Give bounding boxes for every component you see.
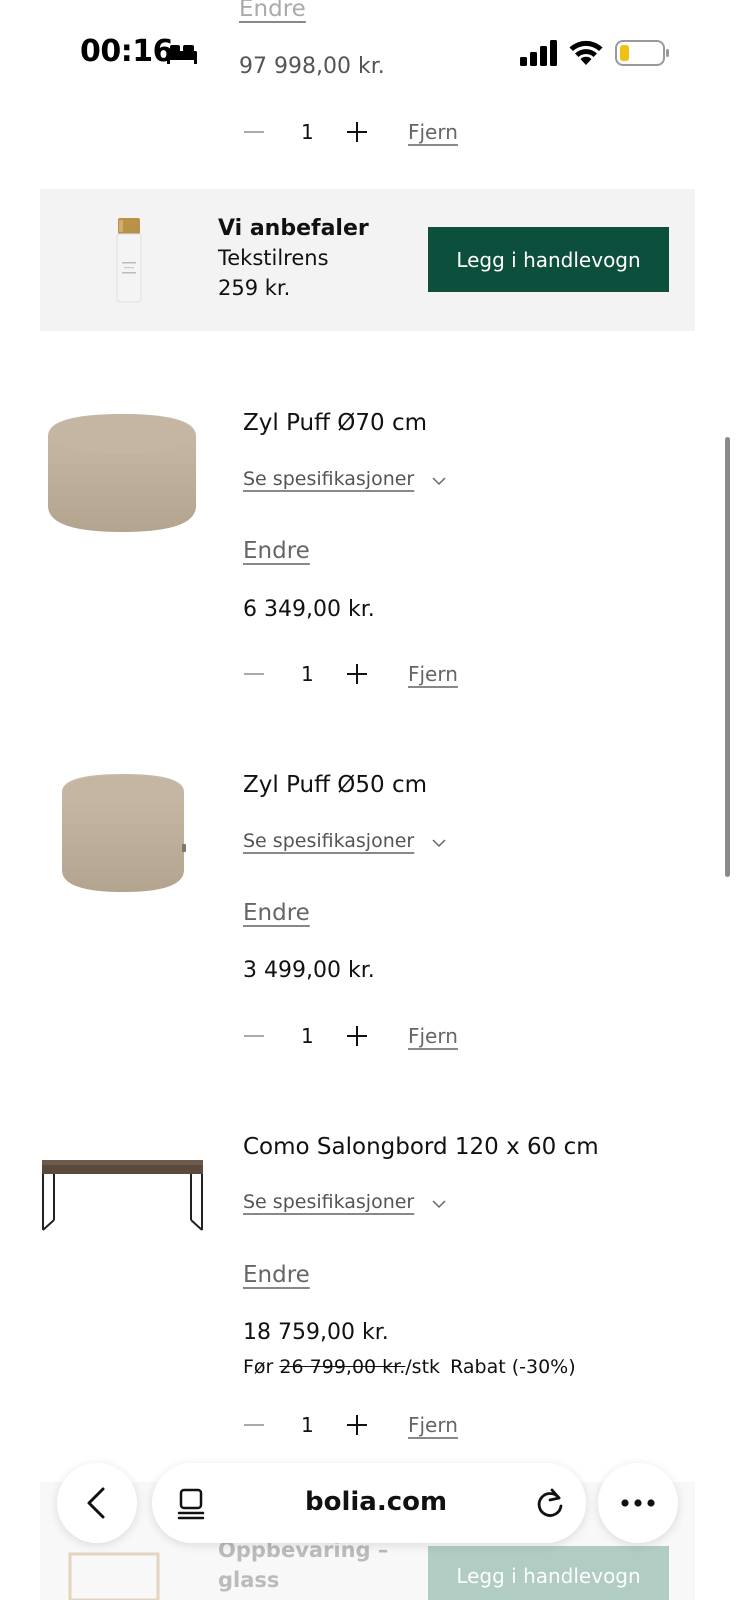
remove-link[interactable]: Fjern <box>408 1024 458 1048</box>
more-icon <box>621 1499 655 1507</box>
discount-label: Rabat (-30%) <box>450 1356 576 1378</box>
decrease-quantity-button[interactable] <box>244 1035 264 1037</box>
battery-icon <box>615 40 669 66</box>
tabs-icon[interactable] <box>176 1488 206 1520</box>
chevron-down-icon[interactable] <box>432 476 446 486</box>
add-to-cart-button-2[interactable]: Legg i handlevogn <box>428 1546 669 1600</box>
more-button[interactable] <box>598 1463 678 1543</box>
recommendation-product: Tekstilrens <box>218 246 329 270</box>
remove-link[interactable]: Fjern <box>408 662 458 686</box>
add-to-cart-button[interactable]: Legg i handlevogn <box>428 227 669 292</box>
recommendation-price: 259 kr. <box>218 276 291 300</box>
decrease-quantity-button[interactable] <box>244 1424 264 1426</box>
url-text[interactable]: bolia.com <box>305 1487 447 1517</box>
top-item-price: 97 998,00 kr. <box>239 54 385 79</box>
product-name[interactable]: Como Salongbord 120 x 60 cm <box>243 1134 599 1160</box>
recommendation-heading: Vi anbefaler <box>218 216 369 241</box>
quantity-value: 1 <box>301 662 314 686</box>
textile-cleaner-image <box>116 218 142 303</box>
cellular-signal-icon <box>520 40 557 66</box>
back-icon <box>87 1487 105 1519</box>
specifications-link[interactable]: Se spesifikasjoner <box>243 1191 414 1213</box>
endre-link-top[interactable]: Endre <box>239 0 306 22</box>
coffee-table-image <box>42 1160 203 1231</box>
previous-price-line: Før 26 799,00 kr./stk Rabat (-30%) <box>243 1356 576 1378</box>
chevron-down-icon[interactable] <box>432 1199 446 1209</box>
chevron-down-icon[interactable] <box>432 838 446 848</box>
decrease-quantity-button[interactable] <box>244 131 264 133</box>
storage-glass-image <box>68 1552 160 1600</box>
status-time: 00:16 <box>80 34 174 69</box>
plus-icon[interactable] <box>345 120 369 144</box>
product-name[interactable]: Zyl Puff Ø70 cm <box>243 410 427 436</box>
endre-link[interactable]: Endre <box>243 538 310 564</box>
specifications-link[interactable]: Se spesifikasjoner <box>243 468 414 490</box>
old-price: 26 799,00 kr. <box>279 1356 406 1378</box>
decrease-quantity-button[interactable] <box>244 673 264 675</box>
per-unit: /stk <box>405 1356 441 1378</box>
specifications-link[interactable]: Se spesifikasjoner <box>243 830 414 852</box>
pouf-large-image <box>48 414 196 532</box>
plus-icon[interactable] <box>345 662 369 686</box>
item-price: 6 349,00 kr. <box>243 597 375 622</box>
pouf-small-image <box>62 774 186 892</box>
back-button[interactable] <box>57 1463 137 1543</box>
recommendation-2-product: Oppbevaring – glass <box>218 1538 389 1592</box>
remove-link[interactable]: Fjern <box>408 120 458 144</box>
plus-icon[interactable] <box>345 1024 369 1048</box>
quantity-value: 1 <box>301 1024 314 1048</box>
scrollbar[interactable] <box>725 437 730 877</box>
quantity-value: 1 <box>301 120 314 144</box>
quantity-value: 1 <box>301 1413 314 1437</box>
item-price: 3 499,00 kr. <box>243 958 375 983</box>
item-price: 18 759,00 kr. <box>243 1320 389 1345</box>
before-label: Før <box>243 1356 274 1378</box>
bed-icon <box>167 45 197 64</box>
remove-link[interactable]: Fjern <box>408 1413 458 1437</box>
plus-icon[interactable] <box>345 1413 369 1437</box>
reload-icon[interactable] <box>534 1486 566 1520</box>
wifi-icon <box>569 40 603 65</box>
product-name[interactable]: Zyl Puff Ø50 cm <box>243 772 427 798</box>
endre-link[interactable]: Endre <box>243 900 310 926</box>
endre-link[interactable]: Endre <box>243 1262 310 1288</box>
